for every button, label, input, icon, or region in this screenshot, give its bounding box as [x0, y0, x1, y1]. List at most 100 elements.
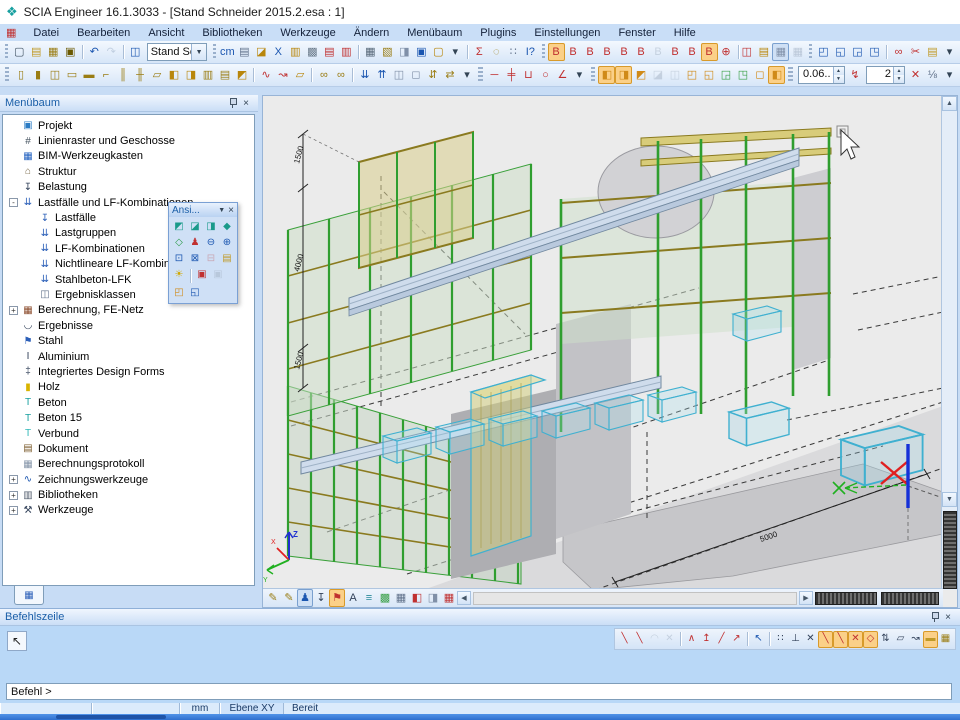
zoom-selection-icon[interactable]: ⊟ — [203, 251, 219, 267]
cursor-mode-button[interactable]: ↖ — [7, 631, 27, 651]
fast-draw-icon[interactable]: ◧ — [409, 589, 425, 607]
overflow-arrow-icon[interactable]: ▾ — [571, 66, 588, 84]
close-icon[interactable]: × — [941, 611, 955, 624]
camera-store-icon[interactable]: ▣ — [194, 267, 210, 283]
materials-icon[interactable]: X — [270, 43, 287, 61]
tree-expander-icon[interactable] — [9, 429, 18, 438]
tree-expander-icon[interactable] — [9, 414, 18, 423]
snap-vertex-icon[interactable]: ∧ — [684, 631, 699, 648]
tree-expander-icon[interactable] — [26, 244, 35, 253]
tree-expander-icon[interactable]: + — [9, 506, 18, 515]
menu-hilfe[interactable]: Hilfe — [665, 26, 705, 40]
view-perspective-icon[interactable]: ◇ — [171, 235, 187, 251]
load-panel-icon[interactable]: ▤ — [216, 66, 233, 84]
undo-icon[interactable]: ↶ — [86, 43, 103, 61]
paste-special-icon[interactable]: ◳ — [866, 43, 883, 61]
calculator-icon[interactable]: ▦ — [938, 631, 953, 648]
beam-icon[interactable]: ▮ — [29, 66, 46, 84]
catalog-block-icon[interactable]: ◩ — [233, 66, 250, 84]
deselect-icon[interactable]: B — [667, 43, 684, 61]
snap-center-icon[interactable]: ◇ — [863, 631, 878, 648]
tree-berechnung-fe-netz[interactable]: + ▦ Berechnung, FE-Netz — [3, 303, 254, 318]
filter-b-icon[interactable]: ▦ — [789, 43, 806, 61]
tree-expander-icon[interactable] — [9, 137, 18, 146]
redo-icon[interactable]: ↷ — [103, 43, 120, 61]
snap-intersection-icon[interactable]: ✕ — [848, 631, 863, 648]
scroll-thumb-dark[interactable] — [943, 511, 957, 589]
menu-aendern[interactable]: Ändern — [345, 26, 398, 40]
snap-none-icon[interactable]: ✕ — [662, 631, 677, 648]
plate-icon[interactable]: ◫ — [46, 66, 63, 84]
snap-tangent-icon[interactable]: ↝ — [908, 631, 923, 648]
project-window-icon[interactable]: ◫ — [127, 43, 144, 61]
tree-integriertes-design-forms[interactable]: ‡ Integriertes Design Forms — [3, 364, 254, 379]
chevron-down-icon[interactable]: ▼ — [218, 207, 225, 214]
show-labels-icon[interactable]: ⚑ — [329, 589, 345, 607]
select-by-curve-icon[interactable]: B — [633, 43, 650, 61]
snap-midpoint-icon[interactable]: ╲ — [833, 631, 848, 648]
clean-structure-icon[interactable]: ◻ — [407, 66, 424, 84]
model-viewport[interactable]: 1500 4000 1500 5000 — [262, 95, 958, 608]
menu-bearbeiten[interactable]: Bearbeiten — [68, 26, 139, 40]
scale-ratio-icon[interactable]: ⅛ — [924, 66, 941, 84]
print-area-icon[interactable]: ▤ — [219, 251, 235, 267]
spin-up-icon[interactable]: ▲ — [894, 67, 904, 75]
spin-down-icon[interactable]: ▼ — [894, 75, 904, 83]
arbitrary-member-icon[interactable]: ◨ — [182, 66, 199, 84]
select-single-icon[interactable]: B — [565, 43, 582, 61]
cross-sections-icon[interactable]: ◪ — [253, 43, 270, 61]
tree-expander-icon[interactable] — [9, 352, 18, 361]
ruler-icon[interactable]: ▬ — [923, 631, 938, 648]
snap-line-icon[interactable]: ╲ — [617, 631, 632, 648]
activity-on-icon[interactable]: ◧ — [768, 66, 785, 84]
project-combo[interactable]: Stand Schneider 20 ▼ — [147, 43, 207, 61]
truss-icon[interactable]: ▥ — [199, 66, 216, 84]
spin-down-icon[interactable]: ▼ — [834, 75, 844, 83]
pick-point-icon[interactable]: ⊕ — [718, 43, 735, 61]
copy-properties-icon[interactable]: ◰ — [815, 43, 832, 61]
tree-dokument[interactable]: ▤ Dokument — [3, 441, 254, 456]
tree-expander-icon[interactable] — [9, 167, 18, 176]
results-window-icon[interactable]: ◫ — [738, 43, 755, 61]
toolbar-grip[interactable] — [478, 67, 482, 83]
viewport-vscrollbar[interactable]: ▲ ▼ — [941, 96, 957, 590]
pin-icon[interactable] — [927, 611, 941, 624]
menu-menuebaum[interactable]: Menübaum — [398, 26, 471, 40]
tree-expander-icon[interactable] — [26, 275, 35, 284]
select-by-property-icon[interactable]: B — [599, 43, 616, 61]
menu-datei[interactable]: Datei — [24, 26, 68, 40]
tree-beton[interactable]: T Beton — [3, 395, 254, 410]
3d-model-canvas[interactable]: 1500 4000 1500 5000 — [263, 96, 943, 590]
dimension-line-icon[interactable]: ⊔ — [520, 66, 537, 84]
scale-spinner[interactable]: 2 ▲▼ — [866, 66, 906, 84]
tree-stahl[interactable]: ⚑ Stahl — [3, 333, 254, 348]
filter-a-icon[interactable]: ▦ — [772, 43, 789, 61]
tree-expander-icon[interactable]: + — [9, 475, 18, 484]
close-icon[interactable]: × — [239, 97, 253, 110]
show-dimensions-icon[interactable]: ≡ — [361, 589, 377, 607]
activity-by-layer-icon[interactable]: ◩ — [632, 66, 649, 84]
menu-plugins[interactable]: Plugins — [471, 26, 525, 40]
menu-fenster[interactable]: Fenster — [609, 26, 664, 40]
tree-werkzeuge[interactable]: + ⚒ Werkzeuge — [3, 503, 254, 518]
select-invert-icon[interactable]: B — [684, 43, 701, 61]
tree-expander-icon[interactable] — [9, 321, 18, 330]
render-mode-icon[interactable]: ▩ — [377, 589, 393, 607]
paste-icon[interactable]: ◲ — [849, 43, 866, 61]
opening-icon[interactable]: ⌐ — [97, 66, 114, 84]
tree-expander-icon[interactable] — [9, 152, 18, 161]
tree-holz[interactable]: ▮ Holz — [3, 380, 254, 395]
pin-icon[interactable] — [225, 97, 239, 110]
tree-ergebnisse[interactable]: ◡ Ergebnisse — [3, 318, 254, 333]
tree-expander-icon[interactable]: + — [9, 306, 18, 315]
overflow-arrow-icon[interactable]: ▾ — [941, 66, 958, 84]
tree-belastung[interactable]: ↧ Belastung — [3, 180, 254, 195]
toolbar-grip[interactable] — [542, 44, 545, 60]
activity-off-icon[interactable]: ◻ — [751, 66, 768, 84]
toolbar-grip[interactable] — [788, 67, 792, 83]
combo-dropdown-icon[interactable]: ▼ — [191, 44, 206, 60]
snap-node-icon[interactable]: ↥ — [699, 631, 714, 648]
select-zero-length-icon[interactable]: B — [701, 43, 718, 61]
view-window-icon[interactable]: ◱ — [187, 285, 203, 301]
tree-expander-icon[interactable] — [26, 290, 35, 299]
